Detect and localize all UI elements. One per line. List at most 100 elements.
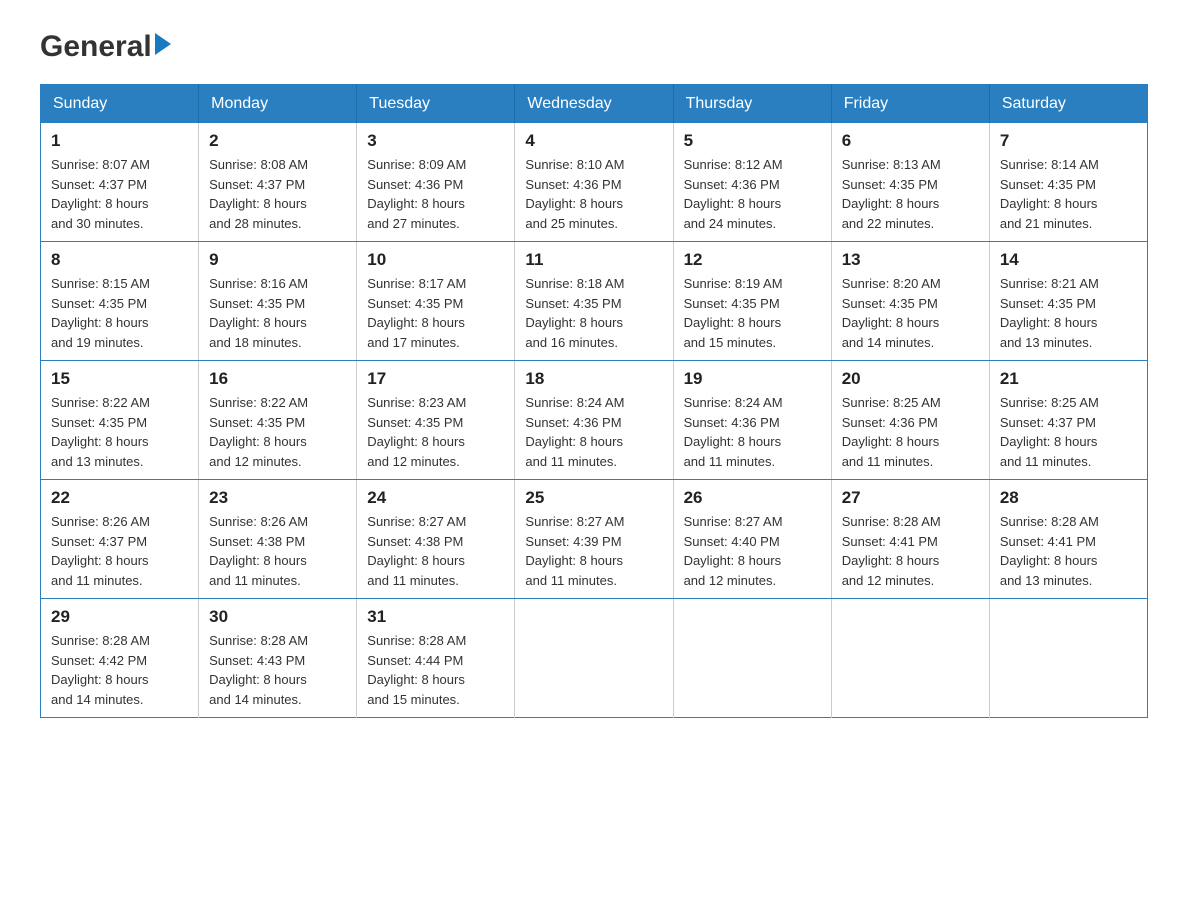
table-row: 27Sunrise: 8:28 AM Sunset: 4:41 PM Dayli… (831, 480, 989, 599)
day-info: Sunrise: 8:26 AM Sunset: 4:38 PM Dayligh… (209, 512, 346, 590)
table-row: 13 Sunrise: 8:20 AM Sunset: 4:35 PM Dayli… (831, 242, 989, 361)
table-row: 9 Sunrise: 8:16 AM Sunset: 4:35 PM Daylig… (199, 242, 357, 361)
header-monday: Monday (199, 85, 357, 124)
day-number: 8 (51, 250, 188, 270)
calendar-week-row: 8Sunrise: 8:15 AM Sunset: 4:35 PM Daylig… (41, 242, 1148, 361)
table-row: 6 Sunrise: 8:13 AM Sunset: 4:35 PM Daylig… (831, 123, 989, 242)
table-row (673, 599, 831, 718)
logo-general: General (40, 30, 152, 64)
day-info: Sunrise: 8:14 AM Sunset: 4:35 PM Dayligh… (1000, 155, 1137, 233)
day-info: Sunrise: 8:18 AM Sunset: 4:35 PM Dayligh… (525, 274, 662, 352)
day-info: Sunrise: 8:17 AM Sunset: 4:35 PM Dayligh… (367, 274, 504, 352)
day-info: Sunrise: 8:24 AM Sunset: 4:36 PM Dayligh… (525, 393, 662, 471)
day-number: 5 (684, 131, 821, 151)
table-row: 4Sunrise: 8:10 AM Sunset: 4:36 PM Daylig… (515, 123, 673, 242)
day-number: 16 (209, 369, 346, 389)
table-row: 19 Sunrise: 8:24 AM Sunset: 4:36 PM Dayli… (673, 361, 831, 480)
day-number: 28 (1000, 488, 1137, 508)
table-row: 21Sunrise: 8:25 AM Sunset: 4:37 PM Dayli… (989, 361, 1147, 480)
day-info: Sunrise: 8:23 AM Sunset: 4:35 PM Dayligh… (367, 393, 504, 471)
day-number: 25 (525, 488, 662, 508)
day-info: Sunrise: 8:19 AM Sunset: 4:35 PM Dayligh… (684, 274, 821, 352)
calendar-header-row: Sunday Monday Tuesday Wednesday Thursday… (41, 85, 1148, 124)
calendar-week-row: 1 Sunrise: 8:07 AM Sunset: 4:37 PM Daylig… (41, 123, 1148, 242)
day-number: 4 (525, 131, 662, 151)
day-info: Sunrise: 8:26 AM Sunset: 4:37 PM Dayligh… (51, 512, 188, 590)
table-row: 31 Sunrise: 8:28 AM Sunset: 4:44 PM Dayli… (357, 599, 515, 718)
page-header: General (40, 30, 1148, 64)
logo: General (40, 30, 171, 64)
header-wednesday: Wednesday (515, 85, 673, 124)
table-row: 25 Sunrise: 8:27 AM Sunset: 4:39 PM Dayli… (515, 480, 673, 599)
day-number: 22 (51, 488, 188, 508)
calendar-week-row: 29 Sunrise: 8:28 AM Sunset: 4:42 PM Dayli… (41, 599, 1148, 718)
day-info: Sunrise: 8:12 AM Sunset: 4:36 PM Dayligh… (684, 155, 821, 233)
table-row: 28Sunrise: 8:28 AM Sunset: 4:41 PM Dayli… (989, 480, 1147, 599)
calendar-table: Sunday Monday Tuesday Wednesday Thursday… (40, 84, 1148, 718)
day-info: Sunrise: 8:13 AM Sunset: 4:35 PM Dayligh… (842, 155, 979, 233)
day-info: Sunrise: 8:28 AM Sunset: 4:42 PM Dayligh… (51, 631, 188, 709)
day-info: Sunrise: 8:07 AM Sunset: 4:37 PM Dayligh… (51, 155, 188, 233)
header-friday: Friday (831, 85, 989, 124)
day-number: 7 (1000, 131, 1137, 151)
day-info: Sunrise: 8:22 AM Sunset: 4:35 PM Dayligh… (51, 393, 188, 471)
day-number: 13 (842, 250, 979, 270)
day-number: 26 (684, 488, 821, 508)
day-number: 19 (684, 369, 821, 389)
table-row: 2Sunrise: 8:08 AM Sunset: 4:37 PM Daylig… (199, 123, 357, 242)
day-number: 31 (367, 607, 504, 627)
table-row: 12 Sunrise: 8:19 AM Sunset: 4:35 PM Dayli… (673, 242, 831, 361)
day-number: 11 (525, 250, 662, 270)
day-number: 29 (51, 607, 188, 627)
table-row (989, 599, 1147, 718)
day-number: 17 (367, 369, 504, 389)
day-info: Sunrise: 8:28 AM Sunset: 4:44 PM Dayligh… (367, 631, 504, 709)
day-info: Sunrise: 8:21 AM Sunset: 4:35 PM Dayligh… (1000, 274, 1137, 352)
table-row: 5 Sunrise: 8:12 AM Sunset: 4:36 PM Daylig… (673, 123, 831, 242)
table-row: 10Sunrise: 8:17 AM Sunset: 4:35 PM Dayli… (357, 242, 515, 361)
header-tuesday: Tuesday (357, 85, 515, 124)
table-row: 15 Sunrise: 8:22 AM Sunset: 4:35 PM Dayli… (41, 361, 199, 480)
day-number: 6 (842, 131, 979, 151)
logo-triangle-icon (155, 33, 171, 55)
header-thursday: Thursday (673, 85, 831, 124)
day-info: Sunrise: 8:20 AM Sunset: 4:35 PM Dayligh… (842, 274, 979, 352)
table-row: 24 Sunrise: 8:27 AM Sunset: 4:38 PM Dayli… (357, 480, 515, 599)
day-number: 24 (367, 488, 504, 508)
table-row (515, 599, 673, 718)
day-number: 18 (525, 369, 662, 389)
table-row: 8Sunrise: 8:15 AM Sunset: 4:35 PM Daylig… (41, 242, 199, 361)
table-row: 1 Sunrise: 8:07 AM Sunset: 4:37 PM Daylig… (41, 123, 199, 242)
day-info: Sunrise: 8:27 AM Sunset: 4:38 PM Dayligh… (367, 512, 504, 590)
day-number: 21 (1000, 369, 1137, 389)
table-row: 23 Sunrise: 8:26 AM Sunset: 4:38 PM Dayli… (199, 480, 357, 599)
calendar-week-row: 15 Sunrise: 8:22 AM Sunset: 4:35 PM Dayli… (41, 361, 1148, 480)
day-info: Sunrise: 8:22 AM Sunset: 4:35 PM Dayligh… (209, 393, 346, 471)
table-row: 7 Sunrise: 8:14 AM Sunset: 4:35 PM Daylig… (989, 123, 1147, 242)
table-row: 3Sunrise: 8:09 AM Sunset: 4:36 PM Daylig… (357, 123, 515, 242)
day-info: Sunrise: 8:28 AM Sunset: 4:43 PM Dayligh… (209, 631, 346, 709)
day-number: 14 (1000, 250, 1137, 270)
day-info: Sunrise: 8:24 AM Sunset: 4:36 PM Dayligh… (684, 393, 821, 471)
day-number: 12 (684, 250, 821, 270)
day-info: Sunrise: 8:08 AM Sunset: 4:37 PM Dayligh… (209, 155, 346, 233)
header-sunday: Sunday (41, 85, 199, 124)
table-row: 30Sunrise: 8:28 AM Sunset: 4:43 PM Dayli… (199, 599, 357, 718)
day-info: Sunrise: 8:16 AM Sunset: 4:35 PM Dayligh… (209, 274, 346, 352)
table-row: 26Sunrise: 8:27 AM Sunset: 4:40 PM Dayli… (673, 480, 831, 599)
day-info: Sunrise: 8:27 AM Sunset: 4:39 PM Dayligh… (525, 512, 662, 590)
day-number: 23 (209, 488, 346, 508)
day-number: 15 (51, 369, 188, 389)
table-row: 20Sunrise: 8:25 AM Sunset: 4:36 PM Dayli… (831, 361, 989, 480)
table-row: 16 Sunrise: 8:22 AM Sunset: 4:35 PM Dayli… (199, 361, 357, 480)
header-saturday: Saturday (989, 85, 1147, 124)
day-info: Sunrise: 8:09 AM Sunset: 4:36 PM Dayligh… (367, 155, 504, 233)
day-number: 9 (209, 250, 346, 270)
table-row: 17 Sunrise: 8:23 AM Sunset: 4:35 PM Dayli… (357, 361, 515, 480)
table-row: 11 Sunrise: 8:18 AM Sunset: 4:35 PM Dayli… (515, 242, 673, 361)
table-row: 14 Sunrise: 8:21 AM Sunset: 4:35 PM Dayli… (989, 242, 1147, 361)
table-row: 18 Sunrise: 8:24 AM Sunset: 4:36 PM Dayli… (515, 361, 673, 480)
day-info: Sunrise: 8:28 AM Sunset: 4:41 PM Dayligh… (842, 512, 979, 590)
day-number: 1 (51, 131, 188, 151)
calendar-week-row: 22 Sunrise: 8:26 AM Sunset: 4:37 PM Dayli… (41, 480, 1148, 599)
